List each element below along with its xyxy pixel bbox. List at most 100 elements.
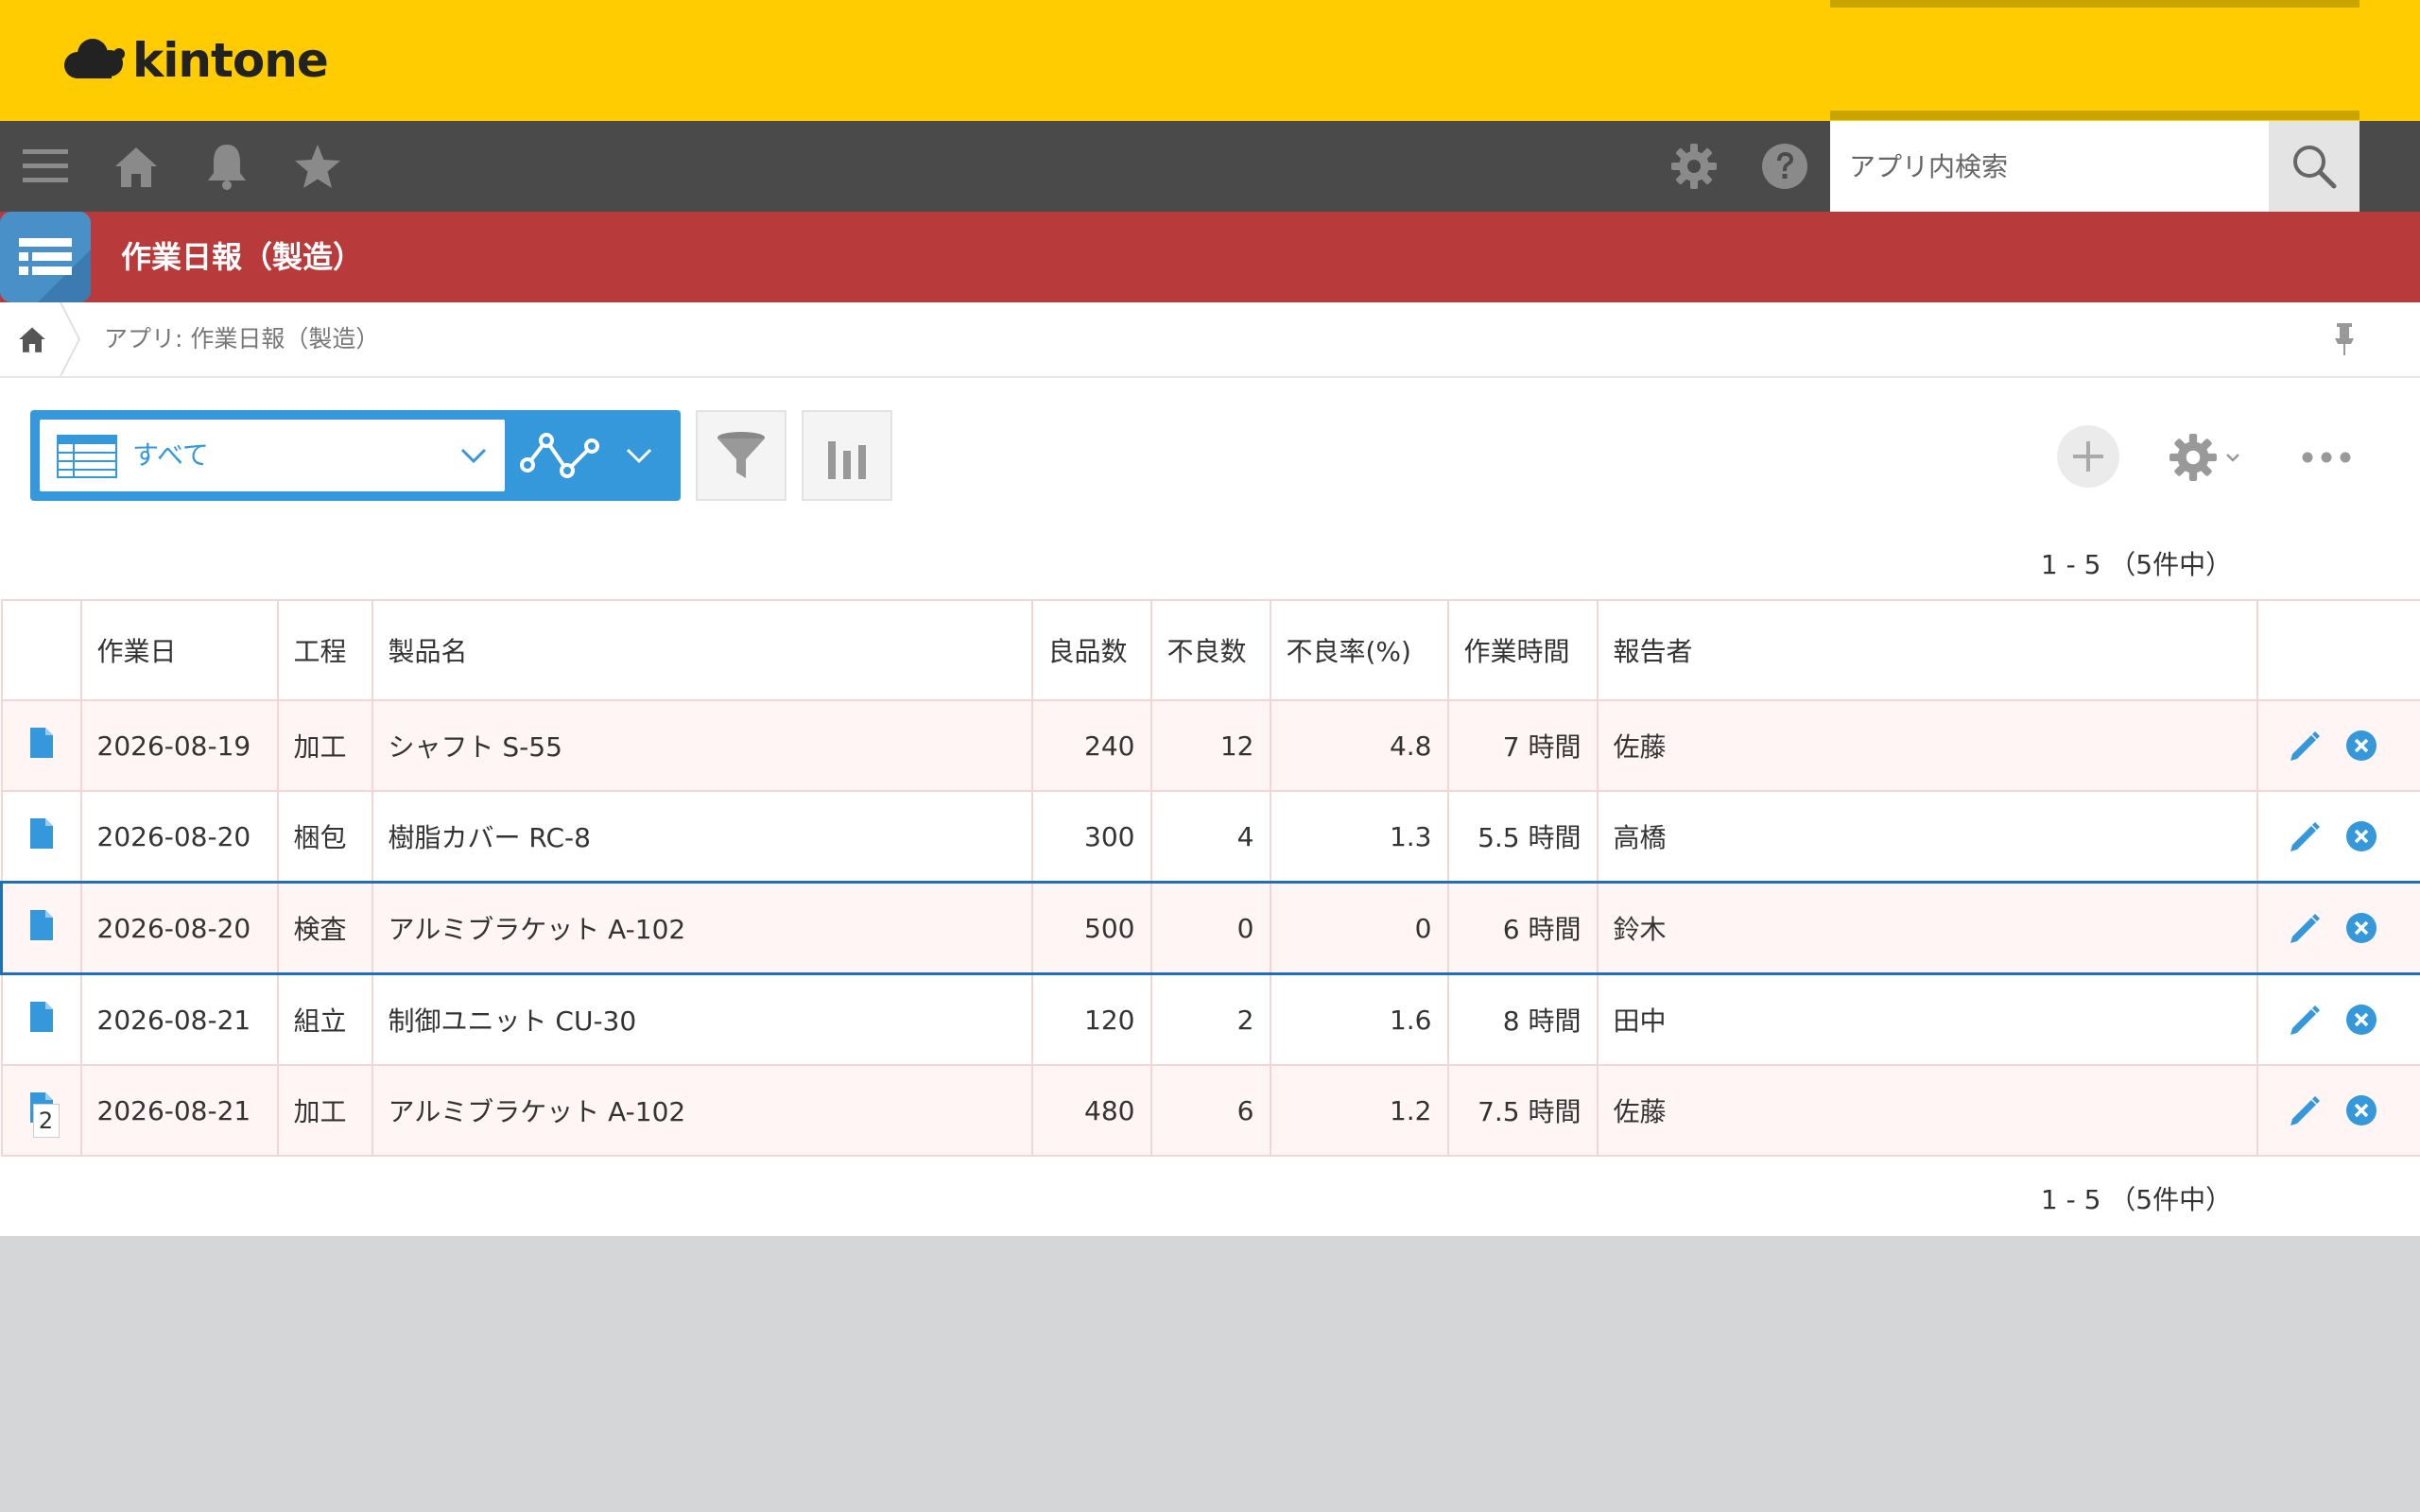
cell-work-hours: 7.5 時間	[1446, 1064, 1599, 1157]
cell-work-hours: 8 時間	[1446, 972, 1599, 1066]
cell-process: 加工	[276, 699, 373, 792]
column-header[interactable]: 不良率(%)	[1269, 599, 1449, 701]
record-detail-link[interactable]	[0, 881, 82, 975]
breadcrumb: アプリ: 作業日報（製造）	[0, 302, 2420, 378]
cell-date: 2026-08-20	[79, 790, 279, 884]
cell-product: アルミブラケット A-102	[371, 1064, 1033, 1157]
app-settings-button[interactable]	[2157, 420, 2252, 495]
bell-icon	[208, 145, 246, 190]
settings-button[interactable]	[1649, 121, 1739, 212]
cell-defect-count: 6	[1150, 1064, 1271, 1157]
pin-button[interactable]	[2322, 302, 2367, 376]
pagination-top: 1 - 5 （5件中）	[2040, 549, 2233, 580]
kintone-logo[interactable]: kintone	[62, 32, 329, 89]
cell-defect-rate: 0	[1269, 881, 1449, 975]
cell-date: 2026-08-19	[79, 699, 279, 792]
record-detail-link[interactable]	[0, 972, 82, 1066]
cell-date: 2026-08-21	[79, 972, 279, 1066]
cloud-logo-icon	[64, 39, 125, 78]
cell-good-count: 120	[1030, 972, 1152, 1066]
cell-reporter: 高橋	[1596, 790, 2258, 884]
search-icon	[2293, 146, 2337, 189]
table-row[interactable]: 2026-08-19 加工 シャフト S-55 240 12 4.8 7 時間 …	[0, 699, 2420, 792]
pencil-icon[interactable]	[2285, 910, 2323, 948]
cell-defect-count: 12	[1150, 699, 1271, 792]
close-circle-icon[interactable]	[2345, 820, 2377, 852]
plus-icon	[2073, 441, 2103, 472]
logo-text: kintone	[132, 33, 329, 88]
document-icon	[29, 909, 53, 940]
cell-process: 梱包	[276, 790, 373, 884]
column-header[interactable]: 作業時間	[1446, 599, 1599, 701]
record-detail-link[interactable]: 2	[0, 1064, 82, 1157]
cell-process: 加工	[276, 1064, 373, 1157]
favorites-button[interactable]	[272, 121, 363, 212]
close-circle-icon[interactable]	[2345, 730, 2377, 762]
close-circle-icon[interactable]	[2345, 1004, 2377, 1036]
column-header[interactable]: 作業日	[79, 599, 279, 701]
table-row-selected[interactable]: 2026-08-20 検査 アルミブラケット A-102 500 0 0 6 時…	[0, 881, 2420, 975]
table-row[interactable]: 2026-08-20 梱包 樹脂カバー RC-8 300 4 1.3 5.5 時…	[0, 790, 2420, 884]
column-header[interactable]: 不良数	[1150, 599, 1271, 701]
filter-button[interactable]	[696, 410, 786, 501]
pencil-icon[interactable]	[2285, 1002, 2323, 1040]
chart-button[interactable]	[802, 410, 892, 501]
cell-good-count: 300	[1030, 790, 1152, 884]
app-search-input[interactable]	[1830, 121, 2269, 212]
pencil-icon[interactable]	[2285, 818, 2323, 856]
menu-button[interactable]	[0, 121, 91, 212]
column-header[interactable]: 製品名	[371, 599, 1033, 701]
cell-date: 2026-08-21	[79, 1064, 279, 1157]
more-options-button[interactable]	[2293, 420, 2360, 495]
home-icon	[115, 147, 157, 187]
cell-good-count: 480	[1030, 1064, 1152, 1157]
cell-reporter: 佐藤	[1596, 699, 2258, 792]
row-actions	[2256, 790, 2420, 884]
column-header[interactable]: 工程	[276, 599, 373, 701]
table-view-icon	[57, 435, 117, 478]
list-app-icon	[19, 238, 91, 302]
gear-icon	[1671, 144, 1717, 189]
document-icon	[29, 817, 53, 849]
table-row[interactable]: 2026-08-21 組立 制御ユニット CU-30 120 2 1.6 8 時…	[0, 972, 2420, 1066]
search-button[interactable]	[2269, 121, 2360, 212]
more-icon	[2302, 452, 2351, 463]
row-actions	[2256, 1064, 2420, 1157]
document-icon	[29, 1001, 53, 1032]
row-actions	[2256, 972, 2420, 1066]
pencil-icon[interactable]	[2285, 728, 2323, 765]
graph-dropdown-button[interactable]	[607, 420, 671, 491]
cell-date: 2026-08-20	[79, 881, 279, 975]
close-circle-icon[interactable]	[2345, 1094, 2377, 1126]
menu-icon	[23, 149, 68, 182]
record-detail-link[interactable]	[0, 699, 82, 792]
pagination-bottom: 1 - 5 （5件中）	[2040, 1184, 2233, 1215]
view-selector-group: すべて	[30, 410, 681, 501]
row-actions	[2256, 699, 2420, 792]
table-row[interactable]: 2 2026-08-21 加工 アルミブラケット A-102 480 6 1.2…	[0, 1064, 2420, 1157]
app-icon[interactable]	[0, 212, 91, 302]
graph-button[interactable]	[514, 420, 605, 491]
breadcrumb-home-link[interactable]	[0, 302, 64, 376]
record-table: 作業日 工程 製品名 良品数 不良数 不良率(%) 作業時間 報告者 2026-…	[0, 599, 2420, 1157]
cell-product: 樹脂カバー RC-8	[371, 790, 1033, 884]
row-actions	[2256, 881, 2420, 975]
column-header[interactable]: 良品数	[1030, 599, 1152, 701]
help-button[interactable]	[1739, 121, 1830, 212]
add-record-button[interactable]	[2057, 425, 2119, 488]
header-icon-col	[0, 599, 82, 701]
bar-chart-icon	[828, 441, 866, 479]
cell-defect-count: 0	[1150, 881, 1271, 975]
breadcrumb-app-link[interactable]: アプリ: 作業日報（製造）	[104, 302, 379, 376]
record-detail-link[interactable]	[0, 790, 82, 884]
notification-button[interactable]	[182, 121, 272, 212]
home-button[interactable]	[91, 121, 182, 212]
close-circle-icon[interactable]	[2345, 912, 2377, 944]
view-select-dropdown[interactable]: すべて	[40, 420, 505, 491]
cell-work-hours: 5.5 時間	[1446, 790, 1599, 884]
pencil-icon[interactable]	[2285, 1092, 2323, 1130]
column-header[interactable]: 報告者	[1596, 599, 2258, 701]
help-icon	[1762, 144, 1807, 189]
star-icon	[295, 145, 340, 188]
cell-product: 制御ユニット CU-30	[371, 972, 1033, 1066]
